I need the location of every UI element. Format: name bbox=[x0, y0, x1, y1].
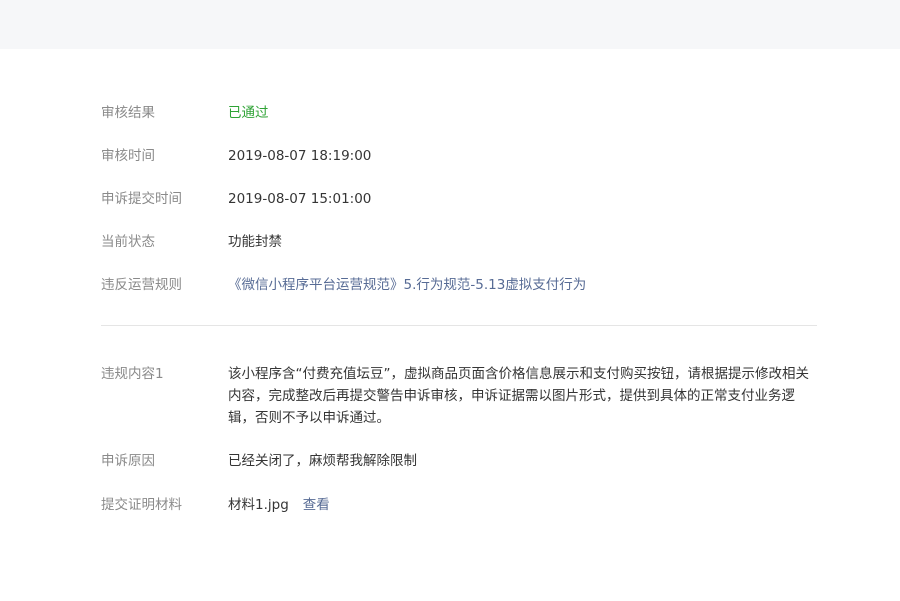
appeal-submit-time-value: 2019-08-07 15:01:00 bbox=[228, 191, 372, 207]
review-time-label: 审核时间 bbox=[101, 148, 155, 164]
evidence-material-value: 材料1.jpg 查看 bbox=[228, 494, 818, 516]
view-evidence-link[interactable]: 查看 bbox=[303, 497, 330, 513]
appeal-submit-time-label: 申诉提交时间 bbox=[101, 191, 182, 207]
review-time-value: 2019-08-07 18:19:00 bbox=[228, 148, 372, 164]
current-status-label: 当前状态 bbox=[101, 234, 155, 250]
violated-rule-link[interactable]: 《微信小程序平台运营规范》5.行为规范-5.13虚拟支付行为 bbox=[228, 274, 818, 296]
evidence-file-name: 材料1.jpg bbox=[228, 497, 289, 513]
violated-rule-label: 违反运营规则 bbox=[101, 277, 182, 293]
current-status-value: 功能封禁 bbox=[228, 234, 282, 250]
appeal-reason-label: 申诉原因 bbox=[101, 453, 155, 469]
section-divider bbox=[101, 325, 817, 326]
review-result-label: 审核结果 bbox=[101, 105, 155, 121]
appeal-reason-value: 已经关闭了，麻烦帮我解除限制 bbox=[228, 453, 417, 469]
evidence-material-label: 提交证明材料 bbox=[101, 497, 182, 513]
top-band bbox=[0, 0, 900, 49]
violation-content-label: 违规内容1 bbox=[101, 366, 164, 382]
review-result-value: 已通过 bbox=[228, 105, 269, 121]
violation-content-text: 该小程序含“付费充值坛豆”，虚拟商品页面含价格信息展示和支付购买按钮，请根据提示… bbox=[228, 366, 809, 426]
